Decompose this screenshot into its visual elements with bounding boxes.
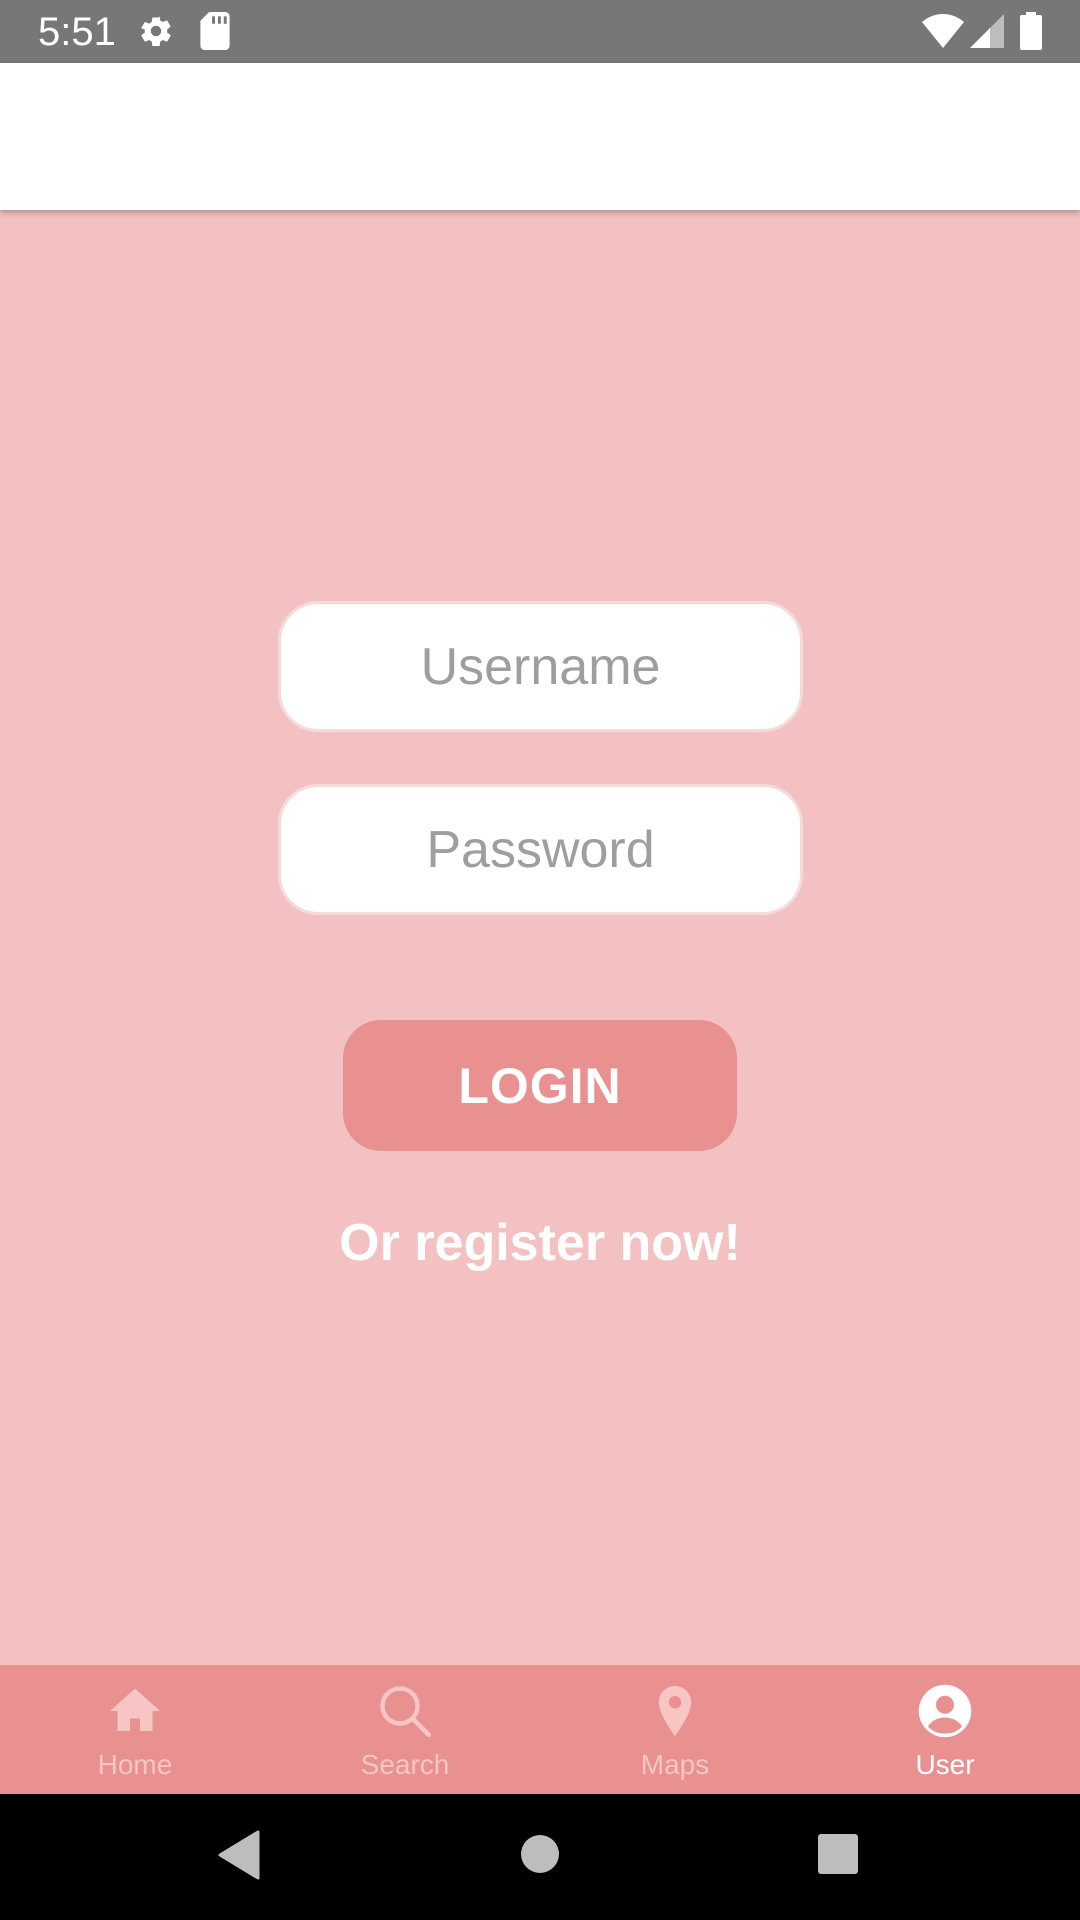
nav-label-search: Search — [360, 1749, 450, 1780]
register-link[interactable]: Or register now! — [0, 1208, 1080, 1278]
sd-card-icon — [200, 12, 230, 50]
search-icon — [380, 1686, 431, 1737]
username-field[interactable] — [278, 601, 803, 732]
back-icon[interactable] — [216, 1830, 260, 1880]
battery-icon — [1020, 12, 1042, 50]
nav-item-maps[interactable]: Maps — [540, 1665, 810, 1794]
gear-icon — [141, 16, 171, 47]
system-nav-bar — [0, 1794, 1080, 1920]
map-pin-icon — [658, 1686, 692, 1736]
wifi-icon — [922, 14, 964, 48]
username-input[interactable] — [281, 604, 800, 729]
nav-label-user: User — [915, 1749, 975, 1780]
home-circle-icon[interactable] — [519, 1833, 561, 1875]
status-time: 5:51 — [38, 10, 116, 54]
password-input[interactable] — [281, 787, 800, 912]
nav-item-home[interactable]: Home — [0, 1665, 270, 1794]
home-icon — [110, 1688, 160, 1731]
login-button[interactable]: LOGIN — [343, 1020, 737, 1151]
nav-item-search[interactable]: Search — [270, 1665, 540, 1794]
nav-label-maps: Maps — [640, 1749, 710, 1780]
app-bar — [0, 63, 1080, 210]
signal-icon — [970, 14, 1004, 48]
user-icon — [918, 1684, 972, 1738]
status-bar: 5:51 — [0, 0, 1080, 63]
password-field[interactable] — [278, 784, 803, 915]
nav-label-home: Home — [97, 1749, 173, 1780]
screen: 5:51 LOGIN Or register now! — [0, 0, 1080, 1920]
nav-item-user[interactable]: User — [810, 1665, 1080, 1794]
recents-icon[interactable] — [817, 1833, 859, 1875]
bottom-nav: Home Search Maps User — [0, 1665, 1080, 1794]
